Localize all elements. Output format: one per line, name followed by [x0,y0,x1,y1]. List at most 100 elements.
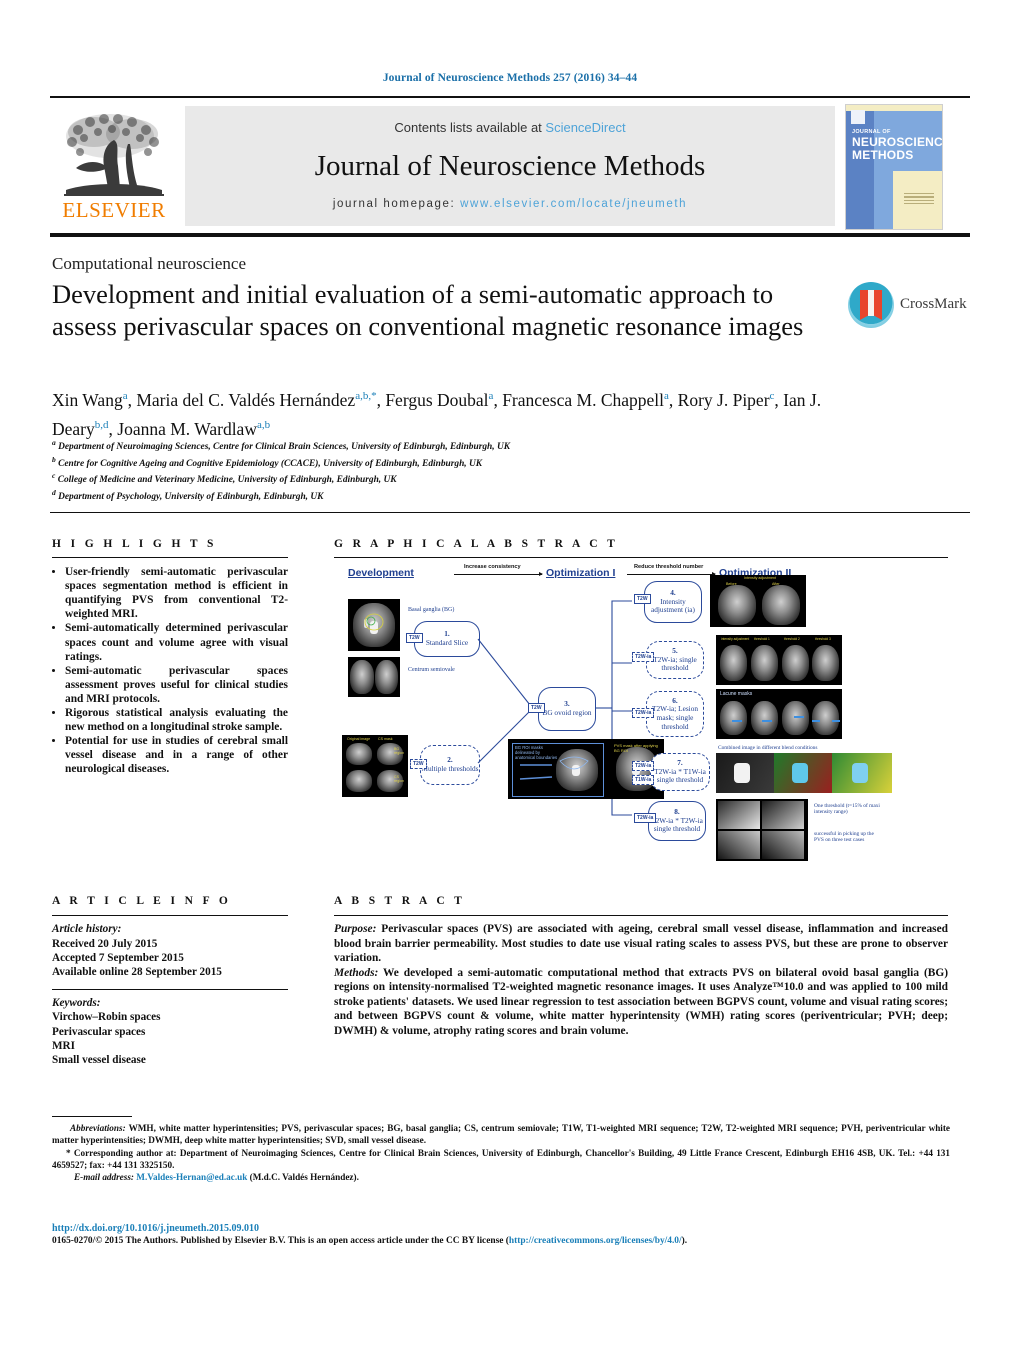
methods-text: We developed a semi-automatic computatio… [334,966,948,1037]
footnote-rule [52,1116,132,1118]
history-accepted: Accepted 7 September 2015 [52,951,184,964]
footnotes-block: Abbreviations: WMH, white matter hyperin… [52,1122,950,1183]
keyword-item: Small vessel disease [52,1054,146,1067]
keywords-rule [52,988,288,990]
tag-t2w-node3: T2W [528,703,545,713]
keywords-label: Keywords: [52,996,101,1009]
node-text: 8. T2W-ia * T2W-ia single threshold [651,807,703,834]
affiliation-item: b Centre for Cognitive Ageing and Cognit… [52,454,483,469]
license-link[interactable]: http://creativecommons.org/licenses/by/4… [509,1236,682,1246]
brain-image-test-cases [716,799,808,861]
brain-image-lacune-masks: Lacune masks [716,689,842,739]
section-name: Computational neuroscience [52,254,247,273]
masthead-bottom-rule [50,233,970,237]
sciencedirect-link[interactable]: ScienceDirect [545,120,625,135]
elsevier-tree-icon [66,114,162,194]
abbreviations-text: WMH, white matter hyperintensities; PVS,… [52,1123,950,1146]
highlights-rule [52,557,288,559]
brain-image-threshold-series: intensity adjustment threshold 1 thresho… [716,635,842,685]
graphical-abstract-rule [334,557,948,559]
running-head: Journal of Neuroscience Methods 257 (201… [382,72,638,84]
cover-title-line2: NEUROSCIENCE METHODS [852,135,943,162]
header-rule [50,96,970,98]
abbreviations-note: Abbreviations: WMH, white matter hyperin… [52,1122,950,1147]
copyright-line: 0165-0270/© 2015 The Authors. Published … [52,1235,950,1248]
history-received: Received 20 July 2015 [52,937,158,950]
abbreviations-label: Abbreviations: [70,1123,126,1133]
node-text: 7. T2W-ia * T1W-ia single threshold [654,758,706,785]
note-one-threshold: One threshold (t=15% of maxi intensity r… [814,803,880,816]
node-text: 5. T2W-ia; single threshold [653,646,697,673]
history-available-online: Available online 28 September 2015 [52,966,222,979]
caption-before: Before [726,582,737,586]
article-info-column: A R T I C L E I N F O Article history: R… [52,895,288,1068]
highlights-column: H I G H L I G H T S User-friendly semi-a… [52,538,288,777]
abstract-section-rule [50,512,970,514]
note-successful-picking: successful in picking up the PVS on thre… [814,831,874,844]
journal-title: Journal of Neuroscience Methods [314,150,706,182]
article-info-rule [52,915,288,917]
journal-article-first-page: Journal of Neuroscience Methods 257 (201… [0,0,1020,1351]
affiliation-item: d Department of Psychology, University o… [52,488,324,503]
abstract-heading: A B S T R A C T [334,895,466,907]
tag-t2w-node2: T2W [410,759,427,769]
tag-t2wia-node7: T2W-ia [632,761,655,771]
list-item: Semi-automatically determined perivascul… [65,621,288,663]
highlights-heading: H I G H L I G H T S [52,538,217,550]
elsevier-divider [64,194,164,196]
caption-after: After [772,582,780,586]
crossmark-badge[interactable]: CrossMark [848,280,967,338]
keyword-item: Perivascular spaces [52,1025,146,1038]
caption-intensity-adjustment: Intensity adjustment [744,576,776,580]
page-title: Development and initial evaluation of a … [52,279,804,341]
journal-cover-thumbnail: JOURNAL OF NEUROSCIENCE METHODS [845,104,943,230]
graphical-abstract-figure: Development Increase consistency Optimiz… [334,563,948,863]
node-t2wia-t2wia: 8. T2W-ia * T2W-ia single threshold [648,801,706,841]
article-history-label: Article history: [52,923,122,936]
affiliation-list: a Department of Neuroimaging Sciences, C… [52,437,852,504]
brain-image-blend-conditions [716,753,892,793]
tag-t1wia-node7: T1W-ia [632,775,655,785]
tag-t2w-node4: T2W [634,594,651,604]
purpose-label: Purpose: [334,923,377,936]
tag-t2wia-node6: T2W-ia [632,708,655,718]
elsevier-wordmark: ELSEVIER [62,198,166,222]
lacune-arrows [732,716,840,722]
email-link[interactable]: M.Valdes-Hernan@ed.ac.uk [136,1172,247,1182]
affiliation-item: a Department of Neuroimaging Sciences, C… [52,438,510,453]
email-owner: (M.d.C. Valdés Hernández). [247,1172,359,1183]
node-text: 4. Intensity adjustment (ia) [651,588,695,615]
list-item: Rigorous statistical analysis evaluating… [65,706,288,734]
doi-link[interactable]: http://dx.doi.org/10.1016/j.jneumeth.201… [52,1222,950,1235]
list-item: Potential for use in studies of cerebral… [65,734,288,776]
affiliation-item: c College of Medicine and Veterinary Med… [52,471,397,486]
author-list: Xin Wanga, Maria del C. Valdés Hernández… [52,389,822,439]
graphical-abstract-column: G R A P H I C A L A B S T R A C T [334,538,948,559]
masthead: ELSEVIER Contents lists available at Sci… [50,104,970,230]
journal-homepage-line: journal homepage: www.elsevier.com/locat… [185,198,835,210]
page-footer: http://dx.doi.org/10.1016/j.jneumeth.201… [52,1222,950,1248]
abstract-methods: Methods: We developed a semi-automatic c… [334,966,948,1039]
methods-label: Methods: [334,966,379,979]
journal-banner: Contents lists available at ScienceDirec… [185,106,835,226]
abstract-column: A B S T R A C T Purpose: Perivascular sp… [334,895,948,1038]
homepage-url-link[interactable]: www.elsevier.com/locate/jneumeth [460,198,687,210]
tag-t2wia-node5: T2W-ia [632,652,655,662]
contents-line: Contents lists available at ScienceDirec… [185,120,835,135]
list-item: User-friendly semi-automatic perivascula… [65,565,288,621]
highlights-list: User-friendly semi-automatic perivascula… [52,565,288,776]
contents-prefix: Contents lists available at [394,120,546,135]
crossmark-label: CrossMark [900,296,967,312]
node-text: 6. T2W-ia; Lesion mask; single threshold [652,695,698,731]
homepage-prefix: journal homepage: [332,198,461,210]
copyright-post: ). [681,1236,688,1246]
node-t2wia-t1wia: 7. T2W-ia * T1W-ia single threshold [650,753,710,791]
tag-t2wia-node8: T2W-ia [634,813,657,823]
article-info-heading: A R T I C L E I N F O [52,895,232,907]
crossmark-book-spine [868,290,874,316]
abstract-purpose: Purpose: Perivascular spaces (PVS) are a… [334,922,948,966]
brain-image-intensity-adjustment: Intensity adjustment Before After [710,575,806,627]
node-intensity-adjustment: 4. Intensity adjustment (ia) [644,581,702,623]
node-lesion-mask: 6. T2W-ia; Lesion mask; single threshold [646,691,704,737]
cover-placeholder-text [904,193,934,205]
